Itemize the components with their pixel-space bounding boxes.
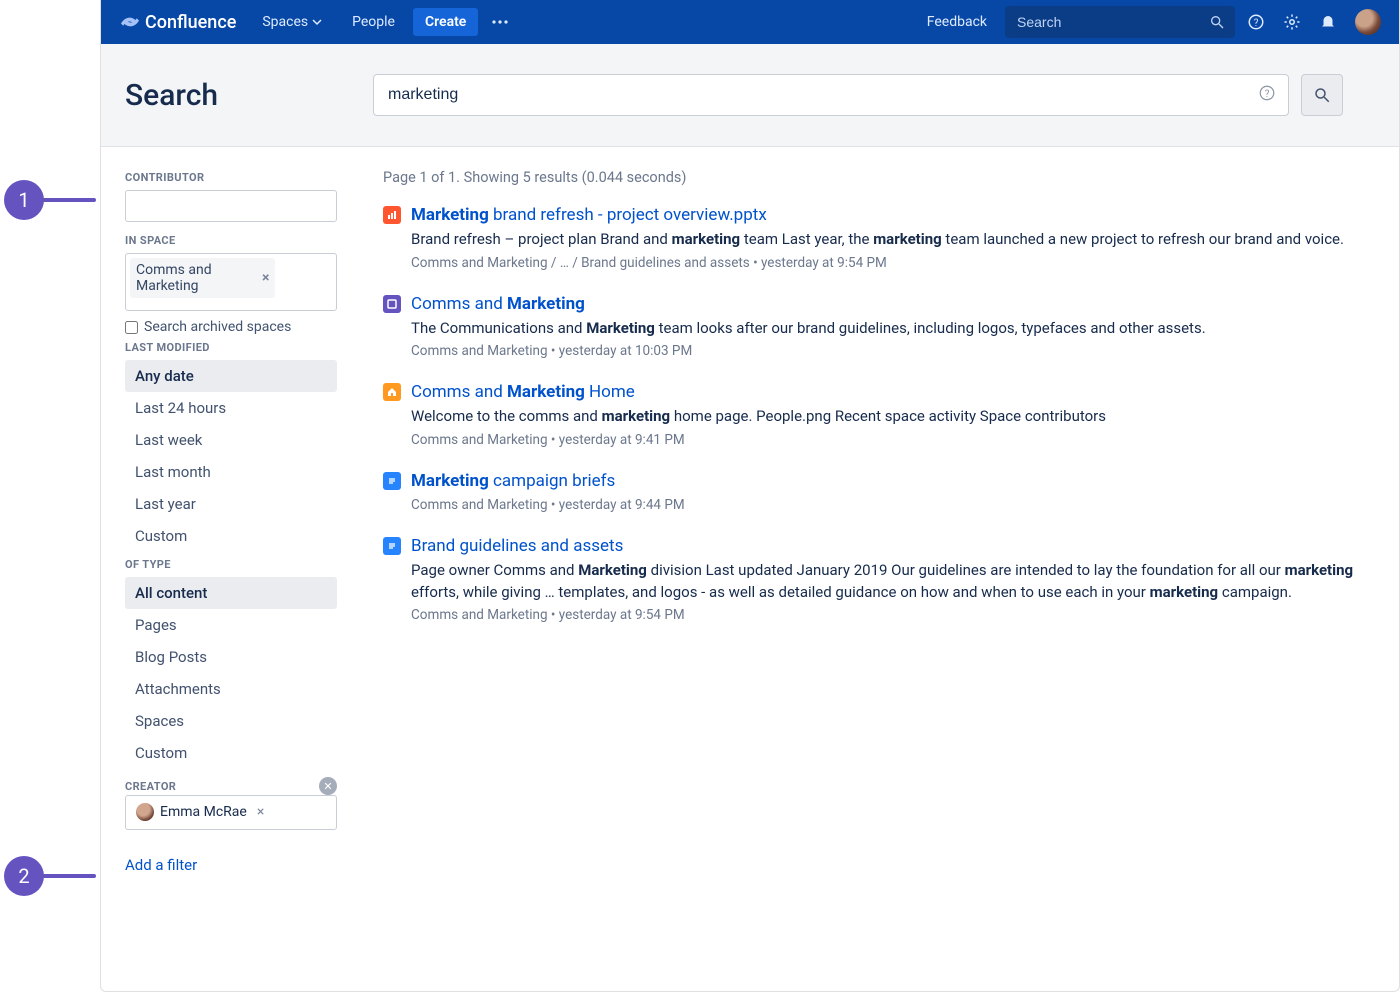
last-modified-option[interactable]: Last month [125, 456, 337, 488]
nav-people[interactable]: People [340, 8, 407, 36]
in-space-chipbox[interactable]: Comms and Marketing × [125, 253, 337, 311]
app-window: Confluence Spaces People Create Feedback [100, 0, 1400, 992]
of-type-option[interactable]: Pages [125, 609, 337, 641]
result-type-icon [383, 537, 401, 555]
search-icon [1209, 14, 1225, 30]
of-type-option[interactable]: Attachments [125, 673, 337, 705]
gear-icon [1283, 13, 1301, 31]
chevron-down-icon [312, 17, 322, 27]
creator-chip: Emma McRae × [130, 800, 270, 824]
search-result: Comms and MarketingThe Communications an… [383, 293, 1359, 360]
nav-spaces[interactable]: Spaces [250, 8, 334, 36]
result-snippet: Welcome to the comms and marketing home … [411, 406, 1359, 428]
contributor-label: CONTRIBUTOR [125, 171, 337, 184]
creator-label: CREATOR [125, 780, 176, 793]
of-type-option[interactable]: Blog Posts [125, 641, 337, 673]
svg-text:?: ? [1254, 18, 1259, 29]
avatar-icon [1355, 9, 1381, 35]
result-path: Comms and Marketing • yesterday at 9:54 … [411, 607, 1359, 623]
of-type-options: All contentPagesBlog PostsAttachmentsSpa… [125, 577, 337, 769]
bell-icon [1319, 13, 1337, 31]
result-type-icon [383, 206, 401, 224]
chip-remove-icon[interactable]: × [262, 270, 269, 286]
chip-remove-icon[interactable]: × [257, 804, 264, 820]
annotation-callout-1: 1 [4, 180, 96, 220]
in-space-chip: Comms and Marketing × [130, 258, 275, 298]
result-type-icon [383, 383, 401, 401]
result-title[interactable]: Brand guidelines and assets [411, 535, 1359, 558]
result-title[interactable]: Marketing brand refresh - project overvi… [411, 204, 1359, 227]
result-type-icon [383, 295, 401, 313]
add-filter-link[interactable]: Add a filter [125, 856, 337, 874]
result-path: Comms and Marketing • yesterday at 9:44 … [411, 497, 1359, 513]
search-submit-button[interactable] [1301, 74, 1343, 116]
svg-text:?: ? [1265, 89, 1270, 100]
help-button[interactable]: ? [1241, 7, 1271, 37]
last-modified-option[interactable]: Last 24 hours [125, 392, 337, 424]
search-help-icon[interactable]: ? [1258, 84, 1276, 106]
confluence-icon [121, 13, 139, 31]
result-path: Comms and Marketing / … / Brand guidelin… [411, 255, 1359, 271]
feedback-link[interactable]: Feedback [915, 8, 999, 36]
result-title[interactable]: Comms and Marketing Home [411, 381, 1359, 404]
search-result: Marketing brand refresh - project overvi… [383, 204, 1359, 271]
last-modified-option[interactable]: Last year [125, 488, 337, 520]
of-type-label: OF TYPE [125, 558, 337, 571]
help-icon: ? [1247, 13, 1265, 31]
annotation-badge-1: 1 [4, 180, 44, 220]
in-space-label: IN SPACE [125, 234, 337, 247]
create-button[interactable]: Create [413, 8, 478, 36]
archived-spaces-checkbox[interactable]: Search archived spaces [125, 319, 337, 335]
ellipsis-icon [492, 20, 508, 24]
search-icon [1313, 86, 1331, 104]
last-modified-options: Any dateLast 24 hoursLast weekLast month… [125, 360, 337, 552]
last-modified-option[interactable]: Any date [125, 360, 337, 392]
creator-avatar-icon [136, 803, 154, 821]
result-snippet: The Communications and Marketing team lo… [411, 318, 1359, 340]
result-snippet: Page owner Comms and Marketing division … [411, 560, 1359, 604]
result-title[interactable]: Marketing campaign briefs [411, 470, 1359, 493]
results-meta: Page 1 of 1. Showing 5 results (0.044 se… [383, 169, 1359, 186]
creator-chipbox[interactable]: Emma McRae × [125, 795, 337, 830]
nav-search[interactable] [1005, 6, 1235, 38]
search-result: Brand guidelines and assetsPage owner Co… [383, 535, 1359, 623]
annotation-callout-2: 2 [4, 856, 96, 896]
last-modified-option[interactable]: Last week [125, 424, 337, 456]
result-snippet: Brand refresh – project plan Brand and m… [411, 229, 1359, 251]
of-type-option[interactable]: All content [125, 577, 337, 609]
last-modified-label: LAST MODIFIED [125, 341, 337, 354]
notifications-button[interactable] [1313, 7, 1343, 37]
filter-sidebar: CONTRIBUTOR IN SPACE Comms and Marketing… [101, 147, 351, 892]
creator-clear-button[interactable]: ✕ [319, 777, 337, 795]
result-path: Comms and Marketing • yesterday at 9:41 … [411, 432, 1359, 448]
result-title[interactable]: Comms and Marketing [411, 293, 1359, 316]
main-search-field[interactable]: ? [373, 74, 1289, 116]
nav-search-input[interactable] [1015, 13, 1201, 31]
result-type-icon [383, 472, 401, 490]
settings-button[interactable] [1277, 7, 1307, 37]
of-type-option[interactable]: Custom [125, 737, 337, 769]
archived-checkbox-input[interactable] [125, 321, 138, 334]
of-type-option[interactable]: Spaces [125, 705, 337, 737]
brand-logo[interactable]: Confluence [113, 12, 244, 33]
page-title: Search [125, 78, 325, 113]
more-menu-button[interactable] [484, 14, 516, 30]
search-header: Search ? [101, 44, 1399, 147]
last-modified-option[interactable]: Custom [125, 520, 337, 552]
annotation-badge-2: 2 [4, 856, 44, 896]
search-results: Page 1 of 1. Showing 5 results (0.044 se… [351, 147, 1399, 685]
search-result: Marketing campaign briefs Comms and Marke… [383, 470, 1359, 513]
search-result: Comms and Marketing HomeWelcome to the c… [383, 381, 1359, 448]
profile-avatar[interactable] [1349, 3, 1387, 41]
result-path: Comms and Marketing • yesterday at 10:03… [411, 343, 1359, 359]
brand-name: Confluence [145, 12, 236, 33]
top-nav: Confluence Spaces People Create Feedback [101, 0, 1399, 44]
main-search-input[interactable] [386, 85, 1250, 105]
contributor-input[interactable] [125, 190, 337, 222]
